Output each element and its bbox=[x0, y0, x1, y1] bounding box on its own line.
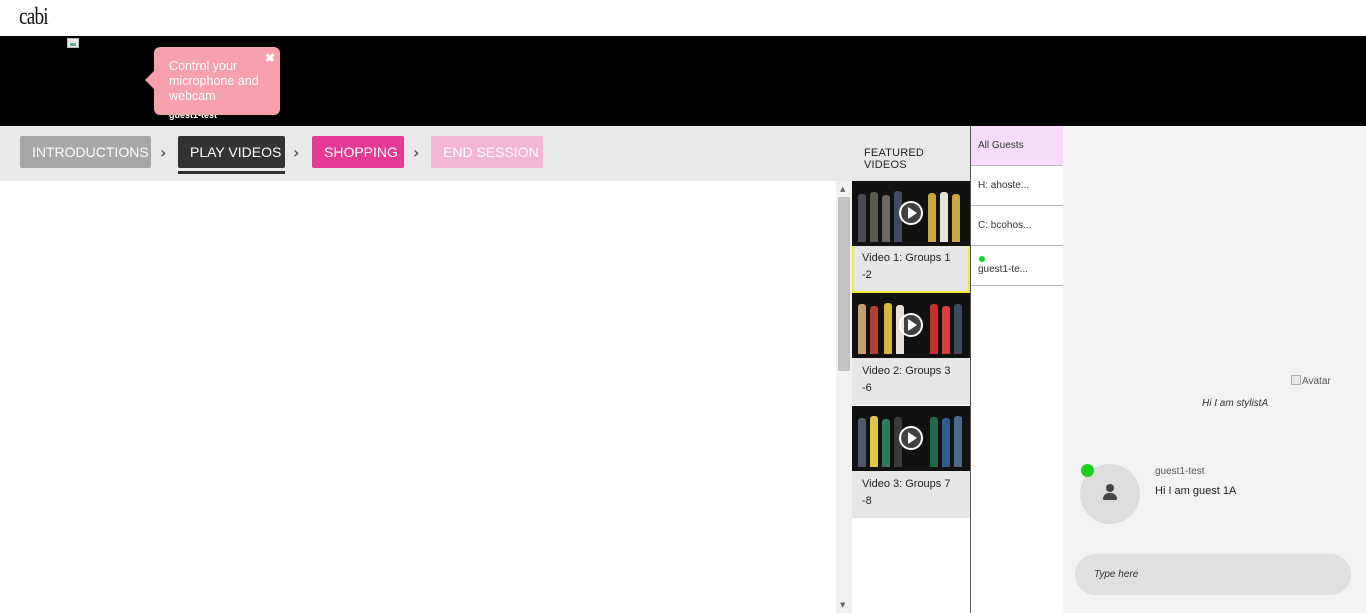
guest-message: Hi I am guest 1A bbox=[1155, 485, 1237, 497]
video-thumbnail bbox=[852, 181, 970, 246]
tooltip-text: Control your microphone and webcam bbox=[169, 59, 259, 103]
stylist-message: Hi I am stylistA bbox=[1202, 398, 1269, 409]
video-item[interactable]: Video 3: Groups 7 -8 bbox=[852, 406, 970, 518]
guest-list-item[interactable]: C: bcohos... bbox=[971, 206, 1063, 246]
video-title: Video 1: Groups 1 -2 bbox=[862, 252, 951, 281]
scroll-up-arrow-icon[interactable]: ▲ bbox=[840, 185, 845, 193]
guest-label: C: bcohos... bbox=[978, 220, 1032, 231]
chevron-right-icon: › bbox=[413, 143, 420, 162]
chat-input[interactable] bbox=[1075, 554, 1351, 595]
step-introductions-button[interactable]: INTRODUCTIONS bbox=[20, 136, 151, 168]
cabi-logo[interactable]: cabi bbox=[19, 4, 49, 31]
video-thumbnail bbox=[852, 293, 970, 358]
guest-list-item[interactable]: H: ahoste... bbox=[971, 166, 1063, 206]
online-status-icon bbox=[979, 256, 985, 262]
play-icon[interactable] bbox=[899, 426, 923, 450]
guest-message-author: guest1-test bbox=[1155, 466, 1205, 477]
close-icon[interactable]: ✖ bbox=[265, 52, 275, 64]
video-title: Video 2: Groups 3 -6 bbox=[862, 365, 951, 394]
scroll-down-arrow-icon[interactable]: ▼ bbox=[840, 601, 845, 609]
video-thumbnail bbox=[852, 406, 970, 471]
play-icon[interactable] bbox=[899, 201, 923, 225]
play-icon[interactable] bbox=[899, 313, 923, 337]
broken-image-icon bbox=[67, 38, 83, 52]
guest-label: H: ahoste... bbox=[978, 180, 1030, 191]
chevron-right-icon: › bbox=[160, 143, 167, 162]
avatar-alt-text: Avatar bbox=[1302, 376, 1331, 387]
step-shopping-button[interactable]: SHOPPING bbox=[312, 136, 404, 168]
media-control-tooltip: Control your microphone and webcam ✖ bbox=[145, 47, 280, 115]
guest-list-item[interactable]: guest1-te... bbox=[971, 246, 1063, 286]
guest-label: guest1-te... bbox=[978, 264, 1029, 275]
chevron-right-icon: › bbox=[293, 143, 300, 162]
featured-video-list: Video 1: Groups 1 -2 Video 2: Groups 3 -… bbox=[852, 181, 970, 613]
main-video-area bbox=[0, 181, 836, 613]
user-icon bbox=[1106, 484, 1114, 492]
top-header: cabi bbox=[0, 0, 1366, 36]
all-guests-tab[interactable]: All Guests bbox=[971, 126, 1063, 166]
step-play-videos-button[interactable]: PLAY VIDEOS bbox=[178, 136, 285, 168]
session-steps-bar: INTRODUCTIONS › PLAY VIDEOS › SHOPPING ›… bbox=[0, 126, 970, 181]
video-list-scrollbar[interactable]: ▲ ▼ bbox=[836, 181, 852, 613]
scrollbar-thumb[interactable] bbox=[838, 197, 850, 371]
online-status-icon bbox=[1081, 464, 1094, 477]
guests-panel: All Guests H: ahoste... C: bcohos... gue… bbox=[970, 126, 1063, 613]
chat-panel: Avatar Hi I am stylistA guest1-test Hi I… bbox=[1063, 126, 1366, 613]
active-step-underline bbox=[178, 171, 285, 174]
video-item[interactable]: Video 2: Groups 3 -6 bbox=[852, 293, 970, 405]
broken-image-icon bbox=[1291, 375, 1301, 385]
video-item[interactable]: Video 1: Groups 1 -2 bbox=[852, 181, 970, 293]
featured-videos-label: FEATURED VIDEOS bbox=[864, 147, 925, 171]
stylist-avatar: Avatar bbox=[1291, 375, 1331, 387]
step-end-session-button[interactable]: END SESSION bbox=[431, 136, 543, 168]
video-title: Video 3: Groups 7 -8 bbox=[862, 478, 951, 507]
